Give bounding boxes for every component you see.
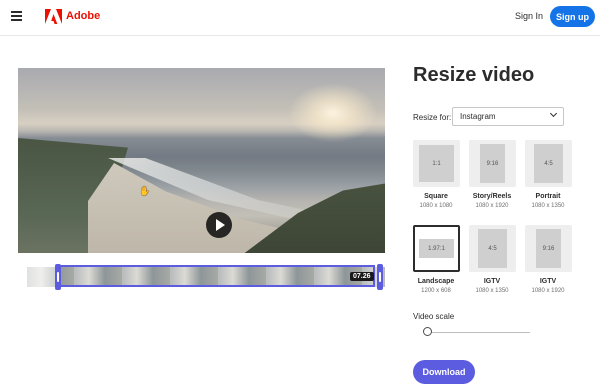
preset-igtv-4-5[interactable]: 4:5 (469, 225, 516, 272)
video-scale-thumb[interactable] (423, 327, 432, 336)
preset-story-reels[interactable]: 9:16 (469, 140, 516, 187)
ratio-preview: 1:1 (419, 145, 454, 182)
preset-square[interactable]: 1:1 (413, 140, 460, 187)
preset-size: 1080 x 1350 (531, 203, 565, 209)
adobe-logo-icon[interactable] (45, 9, 62, 24)
ratio-preview: 1.97:1 (419, 239, 454, 258)
resize-for-label: Resize for: (413, 113, 452, 122)
play-button[interactable] (206, 212, 232, 238)
brand-name[interactable]: Adobe (66, 10, 100, 22)
ratio-preview: 4:5 (534, 144, 563, 183)
ratio-preview: 4:5 (478, 229, 507, 268)
trim-start-handle[interactable] (55, 264, 61, 290)
preset-name: IGTV (483, 278, 501, 285)
trim-selection[interactable] (59, 265, 375, 287)
preset-landscape[interactable]: 1.97:1 (413, 225, 460, 272)
preset-portrait[interactable]: 4:5 (525, 140, 572, 187)
duration-badge: 07.26 (350, 272, 374, 281)
preset-name: Landscape (417, 278, 455, 285)
resize-for-value: Instagram (460, 112, 496, 121)
ratio-preview: 9:16 (480, 144, 505, 183)
preset-name: Square (424, 193, 448, 200)
preset-size: 1080 x 1350 (475, 288, 509, 294)
preset-size: 1080 x 1080 (419, 203, 453, 209)
preset-igtv-9-16[interactable]: 9:16 (525, 225, 572, 272)
preset-size: 1080 x 1920 (475, 203, 509, 209)
preset-size: 1080 x 1920 (531, 288, 565, 294)
preset-name: Portrait (535, 193, 561, 200)
hand-cursor-icon: ✋ (139, 186, 151, 196)
video-preview[interactable]: ✋ (18, 68, 385, 253)
preset-name: Story/Reels (472, 193, 512, 200)
preset-name: IGTV (539, 278, 557, 285)
ratio-preview: 9:16 (536, 229, 561, 268)
hillside-right (238, 183, 385, 253)
video-scale-label: Video scale (413, 312, 455, 321)
top-bar: Adobe Sign In Sign up (0, 0, 600, 36)
sign-up-button[interactable]: Sign up (550, 6, 595, 27)
preset-size: 1200 x 608 (421, 288, 451, 294)
trim-end-handle[interactable] (377, 264, 383, 290)
page-title: Resize video (413, 64, 535, 86)
video-timeline[interactable]: 07.26 (27, 264, 385, 290)
hamburger-menu-icon[interactable] (11, 11, 22, 21)
video-scale-track[interactable] (425, 332, 530, 333)
download-button[interactable]: Download (413, 360, 475, 384)
sign-in-link[interactable]: Sign In (515, 11, 543, 21)
chevron-down-icon (549, 109, 558, 118)
sun-glow (288, 83, 378, 143)
resize-for-select[interactable]: Instagram (452, 107, 564, 126)
